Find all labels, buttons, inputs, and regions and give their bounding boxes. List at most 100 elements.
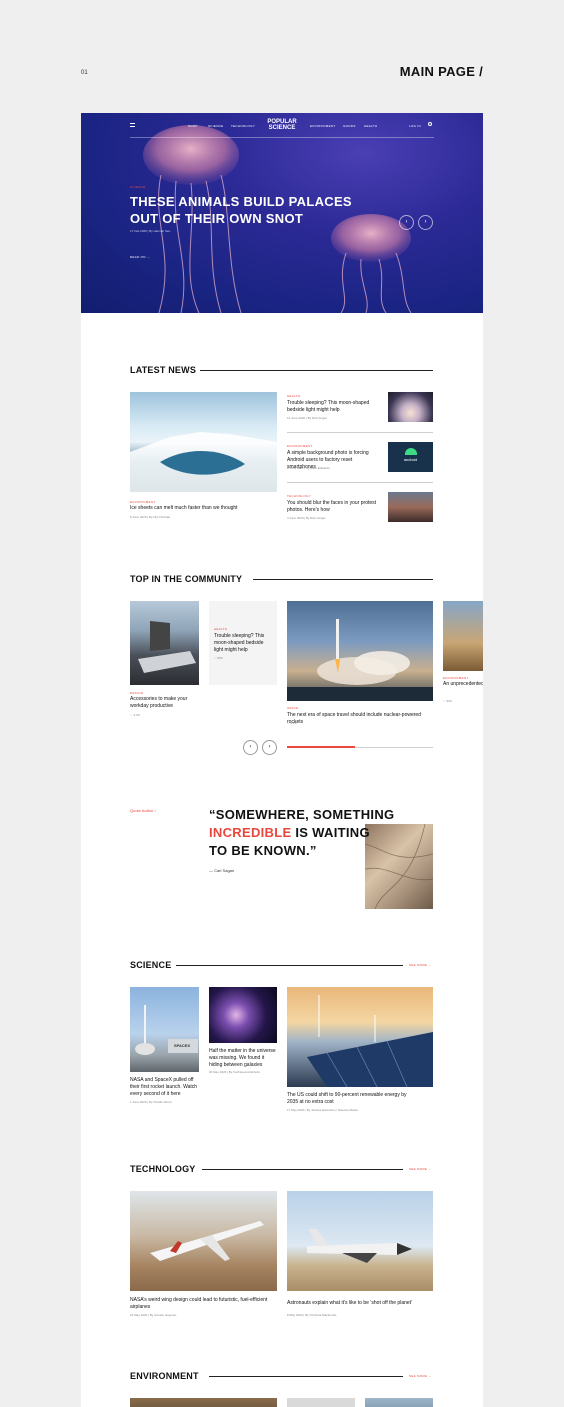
hero-meta: 17 Feb 2020 | By Hannah Seo — [130, 229, 171, 233]
news-3-category[interactable]: TECHNOLOGY — [287, 494, 311, 498]
page-sheet: SHOP SCIENCE TECHNOLOGY POPULAR SCIENCE … — [81, 113, 483, 1407]
community-2-title: Trouble sleeping? This moon-shaped bedsi… — [214, 633, 265, 653]
android-icon — [404, 448, 417, 455]
android-thumb[interactable]: android — [388, 442, 433, 472]
spacex-launch-image[interactable]: SPACEX — [130, 987, 199, 1072]
desk-image[interactable] — [130, 601, 199, 685]
hero-banner: SHOP SCIENCE TECHNOLOGY POPULAR SCIENCE … — [81, 113, 483, 313]
carousel-progress — [287, 746, 355, 748]
nav-science[interactable]: SCIENCE — [208, 124, 223, 128]
technology-2-title[interactable]: Astronauts explain what it’s like to be … — [287, 1300, 433, 1307]
menu-icon[interactable] — [130, 123, 135, 127]
science-2-title[interactable]: Half the matter in the universe was miss… — [209, 1048, 277, 1069]
technology-1-title[interactable]: NASA’s weird wing design could lead to f… — [130, 1297, 277, 1311]
hero-category[interactable]: SCIENCE — [130, 185, 145, 189]
rocket-launch-image[interactable] — [287, 601, 433, 701]
shuttle-illustration — [307, 1229, 412, 1263]
news-1-title[interactable]: Trouble sleeping? This moon-shaped bedsi… — [287, 400, 377, 414]
technology-rule — [202, 1169, 403, 1170]
quote-line-2: INCREDIBLE IS WAITING — [209, 824, 439, 842]
quote-line-3: TO BE KNOWN.” — [209, 843, 317, 858]
community-1-likes: ♡ 3.2K — [130, 713, 140, 717]
nav-goods[interactable]: GOODS — [343, 124, 356, 128]
nav-shop[interactable]: SHOP — [188, 124, 198, 128]
environment-see-more[interactable]: SEE MORE → — [409, 1374, 432, 1378]
community-rule — [253, 579, 433, 580]
community-1-category[interactable]: DESIGN — [130, 691, 143, 695]
technology-2-meta: 8 May 2020 | By Christina Mackenzie — [287, 1313, 337, 1317]
login-link[interactable]: LOG IN — [409, 124, 421, 128]
airplane-illustration — [150, 1221, 264, 1261]
community-3-title[interactable]: The next era of space travel should incl… — [287, 712, 437, 726]
shuttle-image[interactable] — [287, 1191, 433, 1291]
news-1-category[interactable]: HEALTH — [287, 394, 300, 398]
community-4-category[interactable]: ENVIRONMENT — [443, 676, 468, 680]
environment-image-2[interactable] — [287, 1398, 355, 1407]
environment-rule — [209, 1376, 403, 1377]
news-divider-2 — [287, 482, 433, 483]
launchpad-illustration — [135, 1005, 198, 1055]
featured-title[interactable]: Ice sheets can melt much faster than we … — [130, 505, 277, 512]
latest-news-heading: LATEST NEWS — [130, 365, 197, 375]
technology-1-meta: 22 May 2020 | By Gordon Gayman — [130, 1313, 177, 1317]
science-2-meta: 30 May 2020 | By Fuchsia and Ekholm — [209, 1070, 261, 1074]
community-heading: TOP IN THE COMMUNITY — [130, 574, 243, 584]
community-4-title[interactable]: An unprecedented ... is creating unlikel… — [443, 681, 483, 688]
plane-image[interactable] — [130, 1191, 277, 1291]
ice-illustration — [130, 432, 277, 492]
quote-line-1: “SOMEWHERE, SOMETHING — [209, 807, 395, 822]
community-4-likes: ♡ 900 — [443, 699, 452, 703]
android-wordmark: android — [403, 457, 418, 462]
solar-panels-image[interactable] — [287, 987, 433, 1087]
news-3-meta: 4 June 2020 | By Rob Verger — [287, 516, 326, 520]
arrow-right-icon: → — [146, 255, 151, 259]
environment-image-partial[interactable] — [443, 601, 483, 671]
moon-light-thumb[interactable] — [388, 392, 433, 422]
community-2-likes: ♡ 800 — [214, 656, 223, 660]
quote-text: “SOMEWHERE, SOMETHING INCREDIBLE IS WAIT… — [209, 806, 439, 860]
science-see-more[interactable]: SEE MORE → — [409, 963, 432, 967]
nav-technology[interactable]: TECHNOLOGY — [231, 124, 255, 128]
nav-health[interactable]: HEALTH — [364, 124, 377, 128]
news-3-title[interactable]: You should blur the faces in your protes… — [287, 500, 377, 514]
community-next-button[interactable]: › — [262, 740, 277, 755]
science-1-title[interactable]: NASA and SpaceX pulled off their first r… — [130, 1077, 199, 1098]
hero-next-button[interactable]: › — [418, 215, 433, 230]
news-1-meta: 12 June 2020 | By Rob Verger — [287, 416, 328, 420]
rocket-illustration — [287, 619, 433, 701]
science-3-title[interactable]: The US could shift to 90-percent renewab… — [287, 1092, 417, 1106]
spacex-sign: SPACEX — [174, 1043, 191, 1048]
community-text-card[interactable]: HEALTH Trouble sleeping? This moon-shape… — [209, 601, 277, 685]
news-divider-1 — [287, 432, 433, 433]
hero-title[interactable]: THESE ANIMALS BUILD PALACES OUT OF THEIR… — [130, 193, 370, 227]
nav-environment[interactable]: ENVIRONMENT — [310, 124, 335, 128]
galaxy-image[interactable] — [209, 987, 277, 1043]
environment-heading: ENVIRONMENT — [130, 1371, 199, 1381]
solar-illustration — [307, 995, 433, 1087]
read-on-link[interactable]: READ ON → — [130, 255, 150, 259]
science-rule — [176, 965, 403, 966]
latest-rule — [200, 370, 433, 371]
community-1-title[interactable]: Accessories to make your workday product… — [130, 696, 199, 710]
ice-sheet-image[interactable] — [130, 392, 277, 492]
environment-image-1[interactable] — [130, 1398, 277, 1407]
page-number: 01 — [81, 70, 88, 76]
community-3-category[interactable]: SPACE — [287, 706, 298, 710]
hero-prev-button[interactable]: ‹ — [399, 215, 414, 230]
technology-heading: TECHNOLOGY — [130, 1164, 196, 1174]
science-1-meta: 1 June 2020 | By Charlie Wood — [130, 1100, 172, 1104]
featured-category[interactable]: ENVIRONMENT — [130, 500, 155, 504]
read-on-label: READ ON — [130, 255, 146, 259]
environment-image-3[interactable] — [365, 1398, 433, 1407]
site-logo[interactable]: POPULAR SCIENCE — [265, 119, 299, 131]
search-icon[interactable] — [428, 122, 432, 126]
news-2-category[interactable]: ENVIRONMENT — [287, 444, 312, 448]
quote-label: Quote Author / — [130, 808, 156, 813]
community-prev-button[interactable]: ‹ — [243, 740, 258, 755]
protest-thumb[interactable] — [388, 492, 433, 522]
technology-see-more[interactable]: SEE MORE → — [409, 1167, 432, 1171]
quote-line-2-rest: IS WAITING — [291, 825, 370, 840]
featured-meta: 8 June 2020 | By Ula Chrobak — [130, 515, 170, 519]
quote-author: — Carl Sagan — [209, 868, 235, 873]
page-title: MAIN PAGE / — [399, 64, 483, 79]
